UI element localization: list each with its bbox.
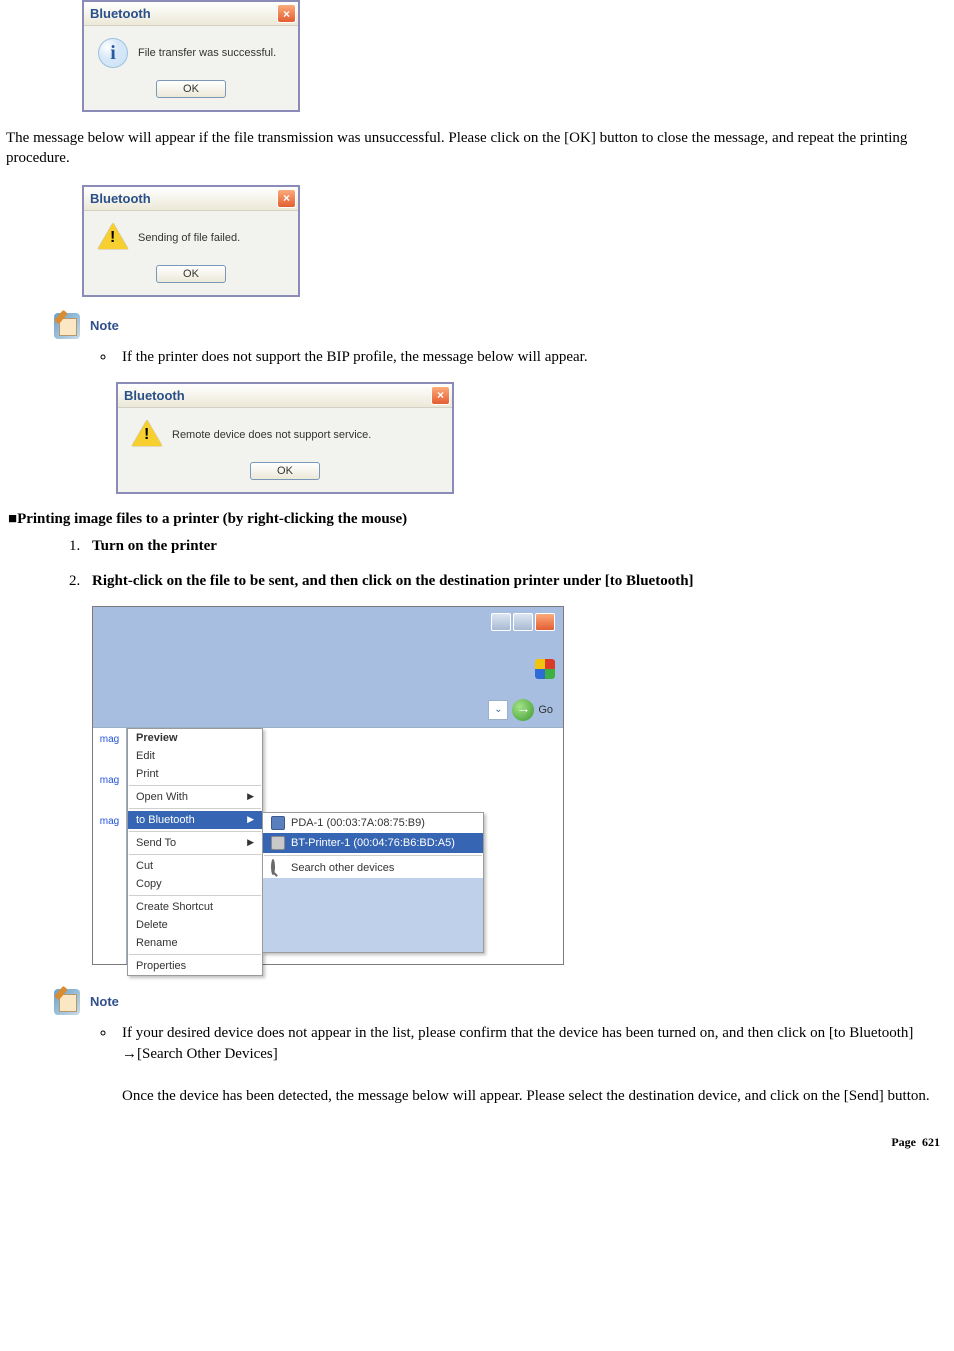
ctx-preview[interactable]: Preview [128, 729, 262, 747]
dialog-message: Sending of file failed. [138, 232, 240, 244]
note-icon [54, 313, 80, 339]
note-label: Note [90, 318, 119, 333]
menu-separator [129, 785, 261, 786]
warning-icon [98, 223, 128, 249]
menu-separator [129, 895, 261, 896]
go-label: Go [538, 704, 553, 716]
windows-flag-icon [535, 659, 555, 679]
page-number: Page 621 [6, 1135, 940, 1150]
dialog-title: Bluetooth [90, 6, 151, 21]
address-dropdown[interactable]: ⌄ [488, 700, 508, 720]
ctx-cut[interactable]: Cut [128, 857, 262, 875]
thumbnail-rail: mag mag mag [93, 728, 127, 964]
chevron-right-icon: ▶ [247, 837, 254, 848]
dialog-failed: Bluetooth × Sending of file failed. OK [82, 185, 300, 297]
ok-button[interactable]: OK [156, 265, 226, 283]
dialog-titlebar: Bluetooth × [118, 384, 452, 408]
bluetooth-submenu: PDA-1 (00:03:7A:08:75:B9) BT-Printer-1 (… [262, 812, 484, 953]
ctx-rename[interactable]: Rename [128, 934, 262, 952]
close-icon: × [283, 8, 290, 20]
menu-separator [129, 854, 261, 855]
ctx-send-to[interactable]: Send To▶ [128, 834, 262, 852]
dialog-title: Bluetooth [90, 191, 151, 206]
ctx-to-bluetooth[interactable]: to Bluetooth▶ [128, 811, 262, 829]
section-heading: ■Printing image files to a printer (by r… [6, 510, 948, 528]
menu-separator [129, 954, 261, 955]
dialog-message: File transfer was successful. [138, 47, 276, 59]
menu-separator [129, 808, 261, 809]
warning-icon [132, 420, 162, 446]
window-close-button[interactable] [535, 613, 555, 631]
close-icon: × [437, 389, 444, 401]
ctx-edit[interactable]: Edit [128, 747, 262, 765]
ctx-copy[interactable]: Copy [128, 875, 262, 893]
dialog-success: Bluetooth × i File transfer was successf… [82, 0, 300, 112]
dialog-message: Remote device does not support service. [172, 429, 371, 441]
chevron-right-icon: ▶ [247, 814, 254, 825]
menu-separator [264, 855, 482, 856]
submenu-pda[interactable]: PDA-1 (00:03:7A:08:75:B9) [263, 813, 483, 833]
close-button[interactable]: × [431, 386, 450, 405]
dialog-titlebar: Bluetooth × [84, 187, 298, 211]
ctx-delete[interactable]: Delete [128, 916, 262, 934]
ctx-properties[interactable]: Properties [128, 957, 262, 975]
step-1: Turn on the printer [92, 538, 217, 554]
minimize-button[interactable] [491, 613, 511, 631]
menu-separator [129, 831, 261, 832]
context-menu: Preview Edit Print Open With▶ to Bluetoo… [127, 728, 263, 976]
info-icon: i [98, 38, 128, 68]
dialog-titlebar: Bluetooth × [84, 2, 298, 26]
chevron-right-icon: ▶ [247, 791, 254, 802]
step-2: Right-click on the file to be sent, and … [92, 573, 694, 589]
submenu-empty-region [263, 878, 483, 952]
go-button[interactable]: → [512, 699, 534, 721]
maximize-button[interactable] [513, 613, 533, 631]
context-menu-figure: ⌄ → Go mag mag mag Preview Edit Print Op… [92, 606, 564, 965]
ctx-print[interactable]: Print [128, 765, 262, 783]
close-button[interactable]: × [277, 4, 296, 23]
ctx-create-shortcut[interactable]: Create Shortcut [128, 898, 262, 916]
note1-bullet: If the printer does not support the BIP … [116, 347, 948, 368]
submenu-printer[interactable]: BT-Printer-1 (00:04:76:B6:BD:A5) [263, 833, 483, 853]
ctx-open-with[interactable]: Open With▶ [128, 788, 262, 806]
close-button[interactable]: × [277, 189, 296, 208]
dialog-title: Bluetooth [124, 388, 185, 403]
note2-bullet: If your desired device does not appear i… [116, 1023, 948, 1107]
search-icon [271, 859, 275, 875]
note-icon [54, 989, 80, 1015]
dialog-unsupported: Bluetooth × Remote device does not suppo… [116, 382, 454, 494]
submenu-search[interactable]: Search other devices [263, 858, 483, 878]
ok-button[interactable]: OK [250, 462, 320, 480]
close-icon: × [283, 192, 290, 204]
pda-icon [271, 816, 285, 830]
printer-icon [271, 836, 285, 850]
ok-button[interactable]: OK [156, 80, 226, 98]
paragraph-unsuccessful: The message below will appear if the fil… [6, 128, 948, 169]
note-label: Note [90, 994, 119, 1009]
